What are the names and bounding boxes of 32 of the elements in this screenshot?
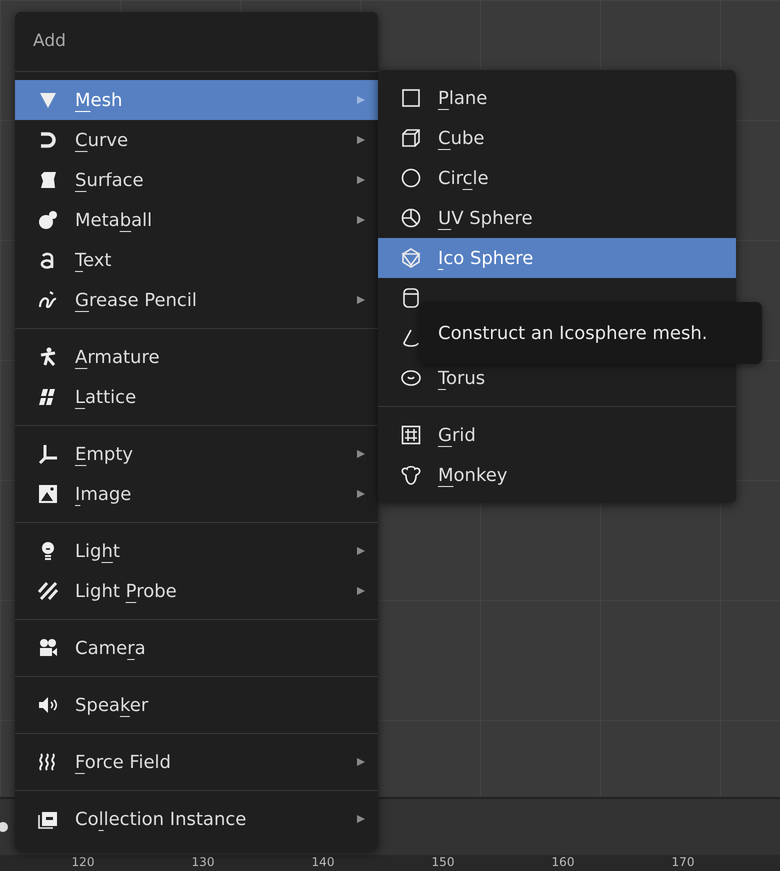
frame-number: 170: [670, 855, 696, 870]
item-label: Mesh: [75, 88, 122, 112]
frame-number: 140: [310, 855, 336, 870]
item-label: Camera: [75, 636, 146, 660]
menu-title: Add: [33, 30, 66, 53]
item-label: Monkey: [438, 464, 508, 488]
item-label: Ico Sphere: [438, 246, 534, 270]
item-label: Grease Pencil: [75, 288, 197, 312]
item-label: Circle: [438, 166, 489, 190]
item-label: Curve: [75, 128, 128, 152]
item-label: Collection Instance: [75, 808, 246, 832]
item-label: Empty: [75, 442, 134, 466]
item-label: Lattice: [75, 386, 136, 410]
item-label: Plane: [438, 86, 488, 110]
frame-number: 150: [430, 855, 456, 870]
item-label: Cube: [438, 126, 484, 150]
item-label: Metaball: [75, 208, 152, 232]
item-label: Speaker: [75, 694, 148, 718]
item-label: Grid: [438, 424, 476, 448]
item-label: Armature: [75, 346, 160, 370]
item-label: Light: [75, 540, 120, 564]
item-label: UV Sphere: [438, 206, 533, 230]
tooltip-text: Construct an Icosphere mesh.: [438, 322, 708, 346]
frame-number: 120: [70, 855, 96, 870]
frame-number: 160: [550, 855, 576, 870]
item-label: Text: [75, 248, 112, 272]
item-label: Light Probe: [75, 580, 177, 604]
item-label: Torus: [438, 366, 486, 390]
item-label: Force Field: [75, 750, 171, 774]
item-label: Surface: [75, 168, 144, 192]
item-label: Image: [75, 482, 132, 506]
frame-number: 130: [190, 855, 216, 870]
